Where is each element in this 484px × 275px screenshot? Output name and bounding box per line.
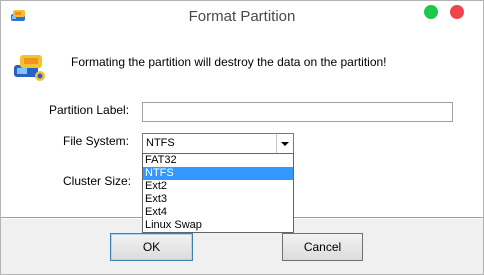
maximize-button[interactable]: [424, 5, 438, 19]
partition-label-input[interactable]: [142, 102, 453, 122]
file-system-select[interactable]: NTFS: [142, 133, 294, 154]
cancel-button[interactable]: Cancel: [282, 233, 363, 261]
partition-label-label: Partition Label:: [49, 103, 130, 117]
option-ntfs[interactable]: NTFS: [143, 167, 293, 180]
dropdown-button[interactable]: [276, 134, 293, 153]
file-system-selected: NTFS: [146, 137, 175, 149]
close-button[interactable]: [450, 5, 464, 19]
cluster-size-label: Cluster Size:: [63, 174, 132, 188]
format-partition-dialog: Format Partition Formating the partition…: [0, 0, 484, 275]
file-system-label: File System:: [63, 134, 130, 148]
chevron-down-icon: [281, 142, 289, 146]
file-system-dropdown-list: FAT32 NTFS Ext2 Ext3 Ext4 Linux Swap: [142, 153, 294, 233]
warning-text: Formating the partition will destroy the…: [71, 55, 387, 69]
window-title: Format Partition: [188, 8, 296, 25]
disk-format-icon: [14, 55, 45, 81]
ok-button[interactable]: OK: [110, 233, 193, 261]
option-fat32[interactable]: FAT32: [143, 154, 293, 167]
title-bar[interactable]: Format Partition: [1, 1, 483, 33]
option-linux-swap[interactable]: Linux Swap: [143, 219, 293, 232]
option-ext3[interactable]: Ext3: [143, 193, 293, 206]
option-ext4[interactable]: Ext4: [143, 206, 293, 219]
option-ext2[interactable]: Ext2: [143, 180, 293, 193]
